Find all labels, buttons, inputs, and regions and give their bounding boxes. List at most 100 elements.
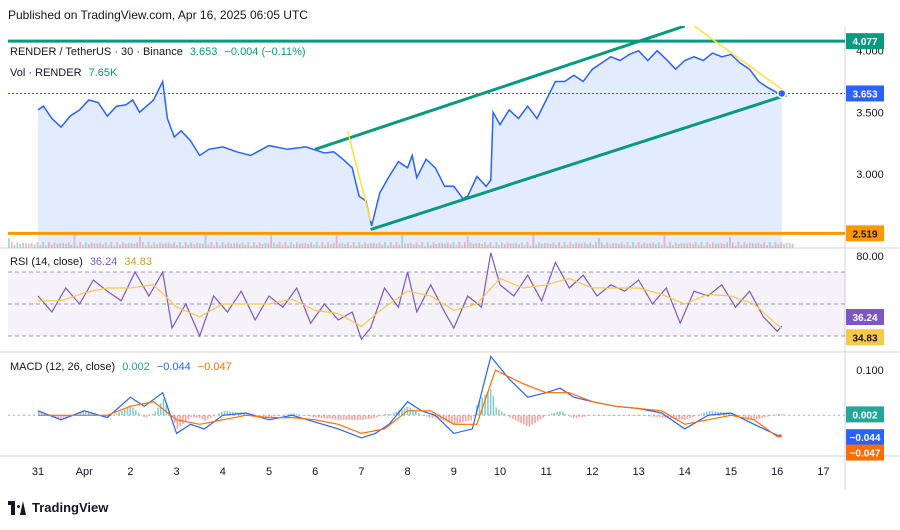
volume-bar [469, 242, 472, 248]
tradingview-brand[interactable]: TradingView [8, 500, 108, 515]
volume-bar [198, 243, 201, 248]
macd-histogram-bar [121, 410, 123, 416]
macd-histogram-bar [259, 415, 262, 416]
macd-histogram-bar [151, 414, 154, 416]
volume-bar [213, 245, 215, 248]
macd-histogram-bar [645, 415, 647, 416]
volume-bar [210, 242, 213, 248]
volume-bar [726, 242, 728, 248]
tradingview-logo-icon [8, 500, 26, 515]
volume-bar [341, 242, 344, 248]
volume-bar [404, 243, 406, 248]
volume-bar [398, 244, 401, 248]
volume-bar [104, 242, 107, 248]
macd-histogram-bar [656, 415, 658, 418]
volume-bar [689, 242, 691, 248]
volume-bar [315, 242, 318, 248]
volume-bar [395, 242, 398, 248]
volume-bar [96, 243, 99, 248]
volume-bar [312, 244, 315, 248]
macd-histogram-bar [495, 407, 497, 416]
volume-bar [13, 244, 16, 248]
volume-bar [455, 245, 458, 248]
volume-bar [193, 243, 196, 248]
macd-histogram-bar [256, 415, 259, 416]
macd-histogram-bar [747, 415, 750, 418]
macd-histogram-bar [489, 389, 492, 416]
macd-histogram-bar [653, 415, 655, 417]
volume-bar [674, 242, 677, 248]
volume-bar [620, 242, 623, 248]
volume-bar [22, 242, 25, 248]
macd-histogram-bar [423, 415, 425, 416]
volume-bar [774, 242, 777, 248]
volume-bar [714, 243, 717, 248]
macd-histogram-bar [378, 415, 381, 417]
rsi-legend-value: 36.24 [90, 256, 118, 268]
macd-histogram-bar [570, 415, 572, 418]
macd-histogram-bar [514, 415, 517, 421]
volume-bar [751, 243, 754, 248]
volume-bar [458, 242, 461, 248]
volume-bar [275, 244, 278, 248]
volume-bar [184, 242, 187, 248]
macd-histogram-bar [431, 415, 434, 419]
volume-bar [586, 244, 589, 248]
volume-bar [717, 243, 720, 248]
macd-histogram-bar [758, 415, 761, 419]
macd-value-tag: −0.047 [850, 449, 881, 460]
volume-bar [452, 242, 455, 248]
macd-histogram-bar [658, 415, 661, 418]
volume-bar [595, 242, 597, 248]
chart-area[interactable]: 4.0003.5003.0004.0773.6532.519 80.0036.2… [0, 26, 900, 490]
volume-bar [617, 243, 620, 248]
macd-histogram-bar [595, 415, 597, 416]
macd-histogram-bar [581, 415, 583, 417]
time-tick-label: 7 [358, 466, 364, 478]
price-tick-label: 3.000 [856, 169, 884, 181]
volume-bar [110, 242, 113, 248]
macd-histogram-bar [428, 415, 431, 418]
volume-bar [623, 244, 626, 248]
macd-histogram-bar [276, 415, 278, 417]
macd-histogram-bar [492, 395, 495, 416]
volume-bar [461, 245, 463, 248]
macd-histogram-bar [614, 415, 617, 416]
time-tick-label: 14 [679, 466, 691, 478]
volume-bar [731, 242, 734, 248]
macd-histogram-bar [531, 415, 534, 425]
macd-histogram-bar [414, 411, 417, 416]
macd-histogram-bar [309, 415, 312, 417]
volume-bar [646, 243, 649, 248]
macd-histogram-bar [661, 415, 664, 418]
macd-histogram-bar [617, 415, 619, 416]
macd-histogram-bar [148, 415, 151, 416]
time-axis[interactable]: 31 Apr 2 3 4 5 6 7 8 9 10 11 12 13 14 15 16 17 [32, 466, 830, 478]
volume-bar [70, 244, 73, 248]
macd-histogram-bar [320, 415, 323, 419]
macd-histogram-bar [700, 413, 703, 416]
volume-bar [791, 243, 794, 248]
volume-bar [56, 243, 59, 248]
macd-histogram-bar [550, 413, 553, 416]
volume-bar [364, 242, 367, 248]
volume-bar [347, 242, 349, 248]
published-caption: Published on TradingView.com, Apr 16, 20… [8, 8, 308, 22]
volume-bar [65, 243, 67, 248]
macd-histogram-bar [265, 415, 267, 417]
macd-histogram-bar [597, 415, 600, 416]
volume-bar [426, 242, 429, 248]
volume-bar [495, 242, 498, 248]
volume-bar [389, 242, 392, 248]
macd-histogram-bar [412, 409, 414, 416]
volume-bar [39, 245, 42, 248]
macd-histogram-bar [209, 415, 212, 418]
volume-bar [384, 242, 386, 248]
macd-histogram-bar [207, 415, 209, 420]
volume-bar [327, 242, 329, 248]
rsi-value-tag: 34.83 [852, 333, 877, 344]
time-tick-label: 15 [725, 466, 737, 478]
volume-bar [67, 242, 70, 248]
volume-bar [53, 242, 56, 248]
macd-histogram-bar [118, 412, 120, 416]
